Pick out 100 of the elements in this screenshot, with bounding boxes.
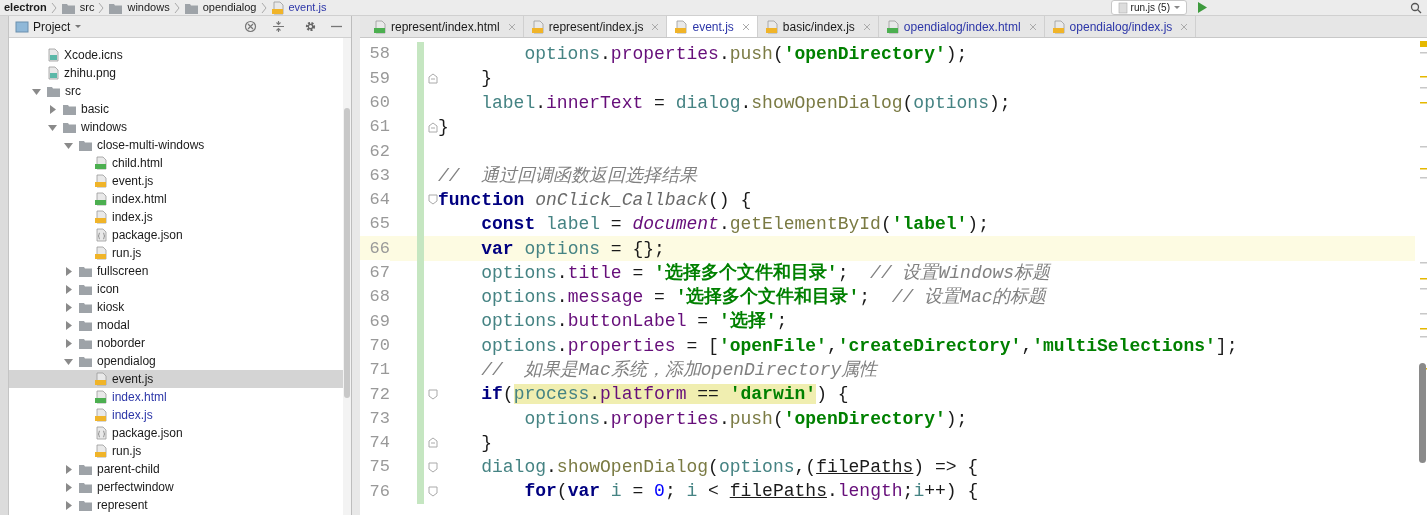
tree-item[interactable]: zhihu.png xyxy=(9,64,343,82)
tree-item[interactable]: kiosk xyxy=(9,298,343,316)
code-line: options.properties.push('openDirectory'); xyxy=(523,409,968,428)
code-line: var options = {}; xyxy=(480,239,665,258)
close-icon xyxy=(1028,22,1037,31)
search-button[interactable] xyxy=(1409,0,1423,15)
folder-icon xyxy=(62,102,77,116)
scrollbar[interactable] xyxy=(1419,363,1426,463)
js-file-icon xyxy=(94,246,108,260)
tree-item[interactable]: windows xyxy=(9,118,343,136)
js-file-icon xyxy=(94,408,108,422)
chevron-icon xyxy=(98,1,105,14)
tree-item[interactable]: index.html xyxy=(9,388,343,406)
chevron-icon xyxy=(173,1,180,14)
html-file-icon xyxy=(885,19,900,34)
tree-item[interactable]: event.js xyxy=(9,370,343,388)
html-file-icon xyxy=(94,390,108,404)
run-config-dropdown[interactable]: run.js (5) xyxy=(1110,0,1187,15)
tree-item[interactable]: index.js xyxy=(9,208,343,226)
code-line: options.buttonLabel = '选择'; xyxy=(480,312,788,331)
tree-item[interactable]: child.html xyxy=(9,154,343,172)
search-icon xyxy=(1410,1,1422,14)
js-file-icon xyxy=(94,174,108,188)
html-file-icon xyxy=(94,156,108,170)
folder-icon xyxy=(78,480,93,494)
js-file-icon xyxy=(94,372,108,386)
breadcrumb-item[interactable]: electron xyxy=(4,2,47,13)
image-file-icon xyxy=(46,48,60,62)
breadcrumb-item[interactable]: event.js xyxy=(288,2,327,13)
chevron-icon xyxy=(260,1,267,14)
tree-item[interactable]: noborder xyxy=(9,334,343,352)
caret-icon xyxy=(74,23,83,30)
breadcrumb-item[interactable]: windows xyxy=(127,2,170,13)
close-icon xyxy=(862,22,871,31)
code-line: for(var i = 0; i < filePaths.length;i++) { xyxy=(523,482,979,501)
folder-icon xyxy=(78,318,93,332)
folder-icon xyxy=(78,282,93,296)
tree-item[interactable]: run.js xyxy=(9,442,343,460)
js-file-icon xyxy=(94,210,108,224)
code-line: function onClick_Callback() { xyxy=(438,190,752,209)
close-icon xyxy=(651,22,660,31)
folder-icon xyxy=(78,498,93,512)
code-line: // 如果是Mac系统，添加openDirectory属性 xyxy=(480,361,878,379)
tree-item[interactable]: perfectwindow xyxy=(9,478,343,496)
code-line: options.title = '选择多个文件和目录'; // 设置Windows标题 xyxy=(480,263,1051,282)
run-button[interactable] xyxy=(1195,0,1209,15)
folder-icon xyxy=(62,120,77,134)
code-line: // 通过回调函数返回选择结果 xyxy=(438,166,698,185)
close-icon xyxy=(741,22,750,31)
code-line: options.message = '选择多个文件和目录'; // 设置Mac的标题 xyxy=(480,288,1047,307)
view-dropdown[interactable]: Project xyxy=(33,17,83,36)
json-file-icon xyxy=(94,228,108,242)
panel-icon xyxy=(15,19,29,34)
json-file-icon xyxy=(94,426,108,440)
code-line: if(process.platform == 'darwin') { xyxy=(480,385,849,404)
tree-item[interactable]: index.js xyxy=(9,406,343,424)
js-file-icon xyxy=(530,19,545,34)
tree-item[interactable]: src xyxy=(9,82,343,100)
folder-icon xyxy=(78,336,93,350)
js-file-icon xyxy=(674,19,689,34)
tree-item[interactable]: opendialog xyxy=(9,352,343,370)
code-line: } xyxy=(480,69,492,88)
js-file-icon xyxy=(764,19,779,34)
scrollbar[interactable] xyxy=(344,108,350,398)
folder-icon xyxy=(78,264,93,278)
editor-tab[interactable]: event.js xyxy=(667,16,758,37)
tree-item[interactable]: close-multi-windows xyxy=(9,136,343,154)
tree-item[interactable]: represent xyxy=(9,496,343,514)
tree-item[interactable]: fullscreen xyxy=(9,262,343,280)
play-icon xyxy=(1196,1,1208,14)
code-line: dialog.showOpenDialog(options,(filePaths) => { xyxy=(480,458,979,477)
breadcrumb-item[interactable]: opendialog xyxy=(202,2,257,13)
image-file-icon xyxy=(46,66,60,80)
tree-item[interactable]: parent-child xyxy=(9,460,343,478)
caret-icon xyxy=(1173,4,1181,11)
tree-item[interactable]: icon xyxy=(9,280,343,298)
tree-item[interactable]: package.json xyxy=(9,226,343,244)
js-file-icon xyxy=(94,444,108,458)
html-file-icon xyxy=(94,192,108,206)
html-file-icon xyxy=(373,19,387,34)
tree-item[interactable]: index.html xyxy=(9,190,343,208)
folder-icon xyxy=(78,138,93,152)
chevron-icon xyxy=(50,1,57,14)
tree-item[interactable]: Xcode.icns xyxy=(9,46,343,64)
folder-icon xyxy=(46,84,61,98)
folder-icon xyxy=(78,462,93,476)
tree-item[interactable]: event.js xyxy=(9,172,343,190)
collapse-icon xyxy=(271,20,285,33)
tree-item[interactable]: run.js xyxy=(9,244,343,262)
code-line: const label = document.getElementById('label'); xyxy=(480,215,989,234)
code-line: options.properties = ['openFile','createDirectory','multiSelections']; xyxy=(480,336,1238,355)
js-file-icon xyxy=(1051,19,1066,34)
tree-item[interactable]: package.json xyxy=(9,424,343,442)
settings-icon xyxy=(303,20,317,33)
tree-item[interactable]: basic xyxy=(9,100,343,118)
tree-item[interactable]: modal xyxy=(9,316,343,334)
breadcrumb-item[interactable]: src xyxy=(79,2,95,13)
code-line: options.properties.push('openDirectory'); xyxy=(523,45,968,64)
folder-icon xyxy=(78,300,93,314)
file-icon xyxy=(1116,1,1128,14)
